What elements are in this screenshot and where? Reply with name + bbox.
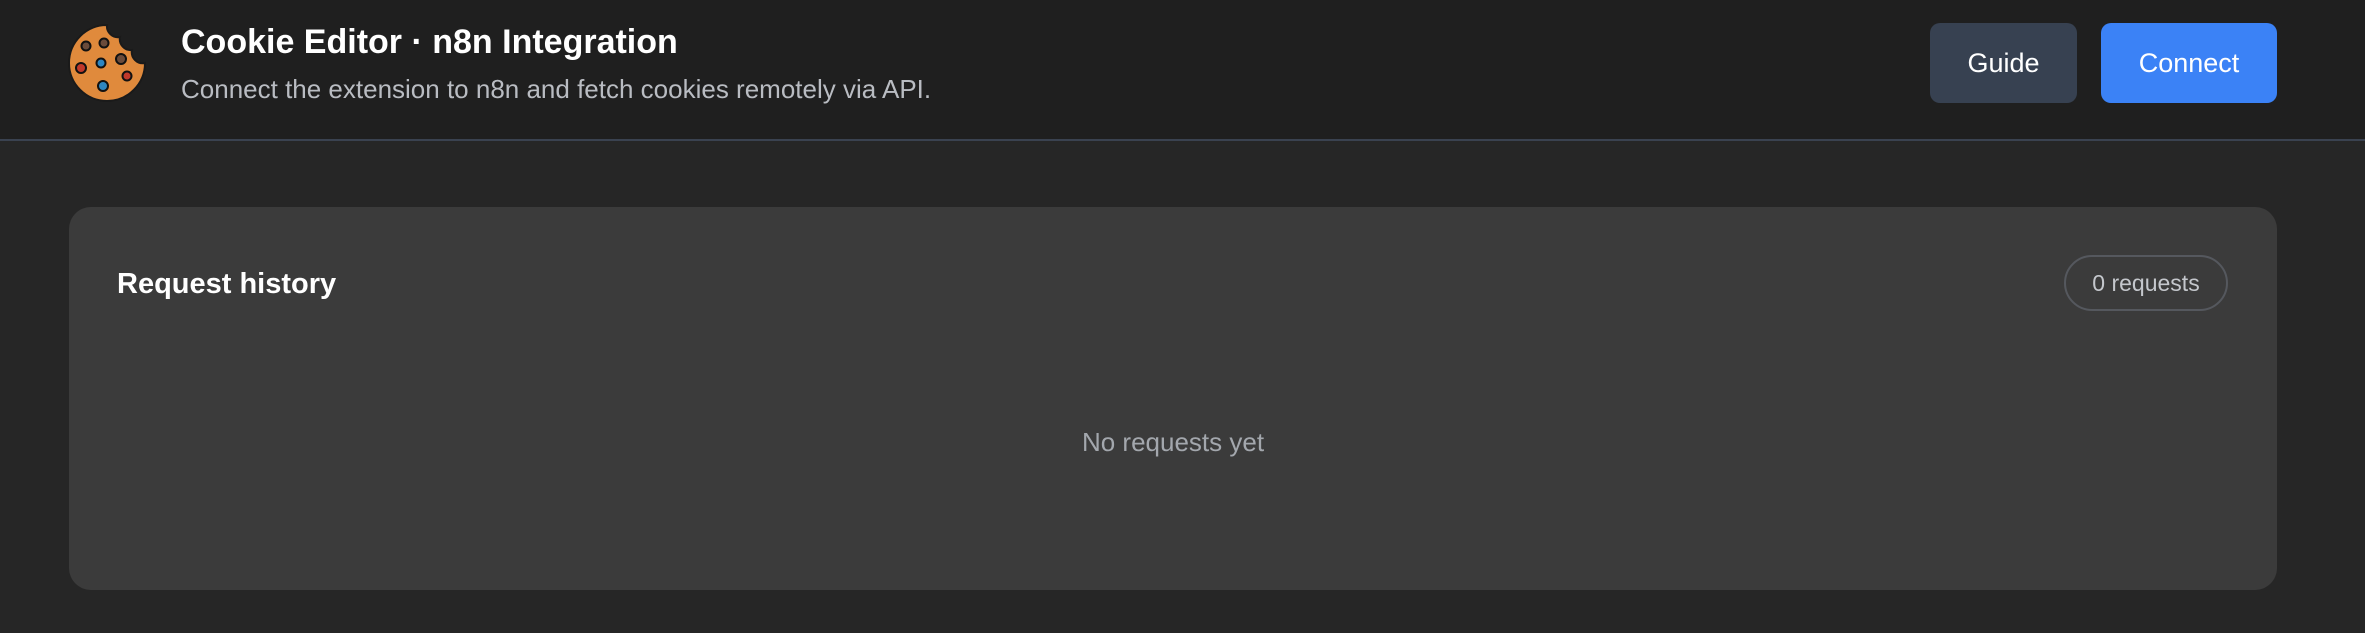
app-title: Cookie Editor · n8n Integration bbox=[181, 23, 678, 61]
request-count-badge: 0 requests bbox=[2064, 255, 2228, 311]
guide-button[interactable]: Guide bbox=[1930, 23, 2077, 103]
cookie-icon bbox=[66, 22, 148, 104]
connect-button[interactable]: Connect bbox=[2101, 23, 2277, 103]
request-history-title: Request history bbox=[117, 268, 337, 300]
empty-state-message: No requests yet bbox=[1081, 427, 1265, 457]
request-history-panel: Request history 0 requests No requests y… bbox=[69, 207, 2277, 590]
app-subtitle: Connect the extension to n8n and fetch c… bbox=[181, 74, 932, 104]
app-header: Cookie Editor · n8n Integration Connect … bbox=[0, 0, 2365, 141]
